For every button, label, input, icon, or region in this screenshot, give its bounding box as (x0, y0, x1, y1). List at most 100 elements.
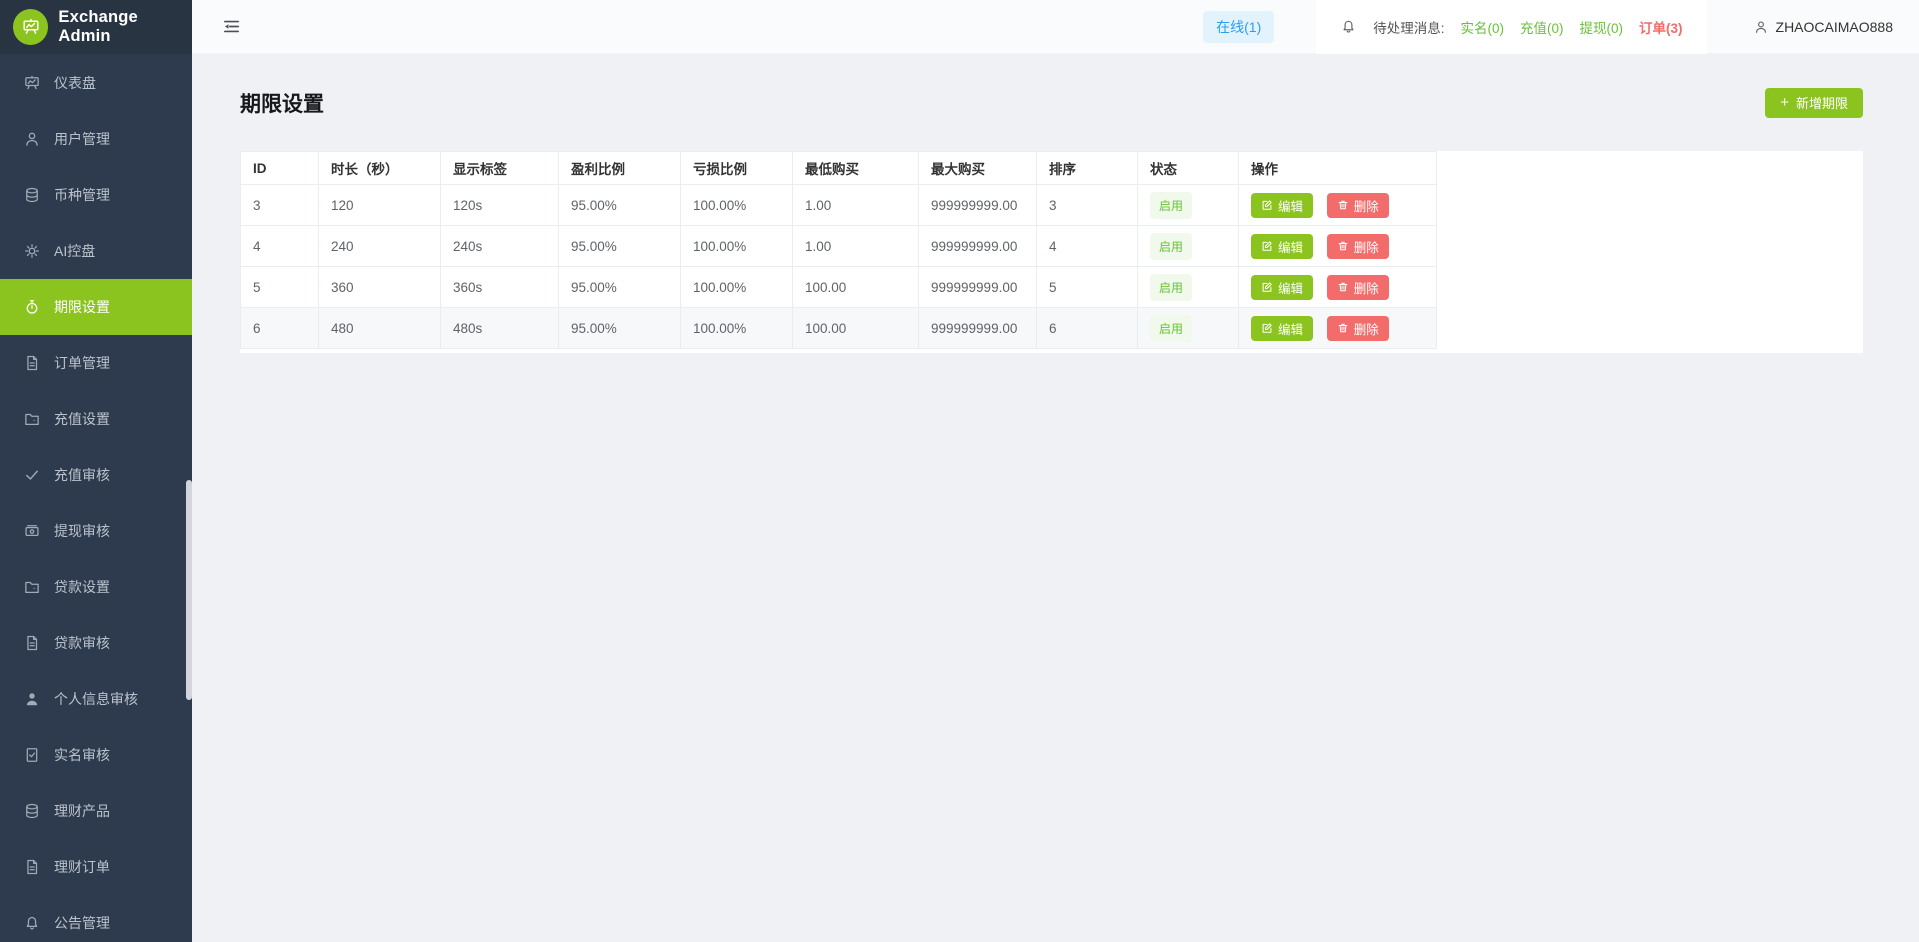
app-logo[interactable]: Exchange Admin (0, 0, 192, 54)
edit-icon (1262, 200, 1272, 210)
cell-profit-ratio: 95.00% (558, 307, 681, 349)
cell-loss-ratio: 100.00% (680, 307, 793, 349)
sidebar-item-orders[interactable]: 订单管理 (0, 335, 192, 391)
cell-min-buy: 1.00 (792, 225, 919, 267)
status-badge: 启用 (1150, 273, 1193, 301)
sidebar-item-currencies[interactable]: 币种管理 (0, 167, 192, 223)
sidebar-item-label: 用户管理 (54, 131, 110, 147)
sidebar-item-label: 贷款审核 (54, 635, 110, 651)
col-status: 状态 (1137, 151, 1239, 185)
status-badge: 启用 (1150, 314, 1193, 342)
col-min-buy: 最低购买 (792, 151, 919, 185)
edit-button[interactable]: 编辑 (1251, 192, 1314, 218)
cell-sort: 4 (1036, 225, 1138, 267)
sidebar-item-label: AI控盘 (54, 243, 96, 259)
sidebar-item-label: 期限设置 (54, 299, 110, 315)
edit-icon (1262, 241, 1272, 251)
page-title: 期限设置 (240, 92, 324, 116)
collapse-sidebar-icon[interactable] (222, 17, 241, 36)
periods-table-card: ID 时长（秒） 显示标签 盈利比例 亏损比例 最低购买 最大购买 排序 状态 … (240, 151, 1863, 353)
cell-duration: 240 (318, 225, 441, 267)
cell-display-tag: 480s (440, 307, 559, 349)
table-header-row: ID 时长（秒） 显示标签 盈利比例 亏损比例 最低购买 最大购买 排序 状态 … (240, 151, 1437, 185)
cell-display-tag: 240s (440, 225, 559, 267)
document-icon (23, 354, 41, 372)
delete-button[interactable]: 删除 (1326, 315, 1389, 341)
cell-min-buy: 100.00 (792, 266, 919, 308)
edit-button[interactable]: 编辑 (1251, 274, 1314, 300)
sidebar-item-label: 个人信息审核 (54, 691, 138, 707)
sidebar-item-label: 订单管理 (54, 355, 110, 371)
user-menu[interactable]: ZHAOCAIMAO888 (1753, 19, 1893, 35)
sidebar-scrollbar-thumb[interactable] (186, 480, 192, 700)
sidebar-item-recharge-review[interactable]: 充值审核 (0, 447, 192, 503)
sidebar-item-withdrawal-review[interactable]: 提现审核 (0, 503, 192, 559)
document-icon (23, 634, 41, 652)
delete-button[interactable]: 删除 (1326, 233, 1389, 259)
cell-min-buy: 1.00 (792, 184, 919, 226)
bell-icon (1340, 18, 1357, 35)
pending-kyc-link[interactable]: 实名(0) (1461, 17, 1505, 37)
delete-button[interactable]: 删除 (1326, 192, 1389, 218)
cell-duration: 360 (318, 266, 441, 308)
cell-id: 6 (240, 307, 319, 349)
sidebar-item-wealth-products[interactable]: 理财产品 (0, 783, 192, 839)
cell-loss-ratio: 100.00% (680, 266, 793, 308)
coins-icon (23, 186, 41, 204)
edit-button-label: 编辑 (1278, 281, 1304, 296)
cell-max-buy: 999999999.00 (918, 307, 1037, 349)
sidebar-item-loan-settings[interactable]: 贷款设置 (0, 559, 192, 615)
delete-button[interactable]: 删除 (1326, 274, 1389, 300)
cell-id: 4 (240, 225, 319, 267)
cell-max-buy: 999999999.00 (918, 184, 1037, 226)
edit-button-label: 编辑 (1278, 322, 1304, 337)
table-row: 3 120 120s 95.00% 100.00% 1.00 999999999… (240, 184, 1437, 226)
document-icon (23, 858, 41, 876)
sidebar-item-ai-control[interactable]: AI控盘 (0, 223, 192, 279)
sidebar-item-label: 理财产品 (54, 803, 110, 819)
main-area: 在线(1) 待处理消息: 实名(0) 充值(0) 提现(0) 订单(3) ZHA… (192, 0, 1919, 942)
col-display-tag: 显示标签 (440, 151, 559, 185)
cell-display-tag: 360s (440, 266, 559, 308)
pending-recharge-link[interactable]: 充值(0) (1520, 17, 1564, 37)
presentation-chart-logo-icon (13, 9, 49, 45)
page-header: 期限设置 + 新增期限 (240, 54, 1863, 151)
sidebar-item-period-settings[interactable]: 期限设置 (0, 279, 192, 335)
gear-icon (23, 242, 41, 260)
pending-orders-link[interactable]: 订单(3) (1639, 17, 1683, 37)
col-sort: 排序 (1036, 151, 1138, 185)
edit-button[interactable]: 编辑 (1251, 315, 1314, 341)
col-actions: 操作 (1238, 151, 1437, 185)
cell-id: 5 (240, 266, 319, 308)
sidebar: Exchange Admin 仪表盘 用户管理 币种管理 AI控盘 期限设置 订… (0, 0, 192, 942)
sidebar-item-kyc-review[interactable]: 实名审核 (0, 727, 192, 783)
edit-icon (1262, 282, 1272, 292)
pending-withdrawal-link[interactable]: 提现(0) (1580, 17, 1624, 37)
sidebar-item-dashboard[interactable]: 仪表盘 (0, 55, 192, 111)
cell-min-buy: 100.00 (792, 307, 919, 349)
user-icon (1753, 19, 1769, 35)
status-badge: 启用 (1150, 232, 1193, 260)
sidebar-item-users[interactable]: 用户管理 (0, 111, 192, 167)
edit-button[interactable]: 编辑 (1251, 233, 1314, 259)
plus-icon: + (1780, 94, 1789, 111)
sidebar-item-label: 理财订单 (54, 859, 110, 875)
sidebar-item-wealth-orders[interactable]: 理财订单 (0, 839, 192, 895)
cell-display-tag: 120s (440, 184, 559, 226)
check-icon (23, 466, 41, 484)
cell-duration: 120 (318, 184, 441, 226)
online-count-badge[interactable]: 在线(1) (1203, 10, 1275, 43)
banknote-icon (23, 522, 41, 540)
sidebar-item-loan-review[interactable]: 贷款审核 (0, 615, 192, 671)
periods-table: ID 时长（秒） 显示标签 盈利比例 亏损比例 最低购买 最大购买 排序 状态 … (240, 151, 1437, 349)
cell-sort: 6 (1036, 307, 1138, 349)
sidebar-item-recharge-settings[interactable]: 充值设置 (0, 391, 192, 447)
sidebar-item-label: 仪表盘 (54, 75, 96, 91)
col-duration: 时长（秒） (318, 151, 441, 185)
add-period-button[interactable]: + 新增期限 (1765, 87, 1863, 118)
sidebar-item-announcements[interactable]: 公告管理 (0, 895, 192, 942)
col-loss-ratio: 亏损比例 (680, 151, 793, 185)
sidebar-item-label: 充值设置 (54, 411, 110, 427)
sidebar-item-profile-review[interactable]: 个人信息审核 (0, 671, 192, 727)
table-row: 4 240 240s 95.00% 100.00% 1.00 999999999… (240, 225, 1437, 267)
